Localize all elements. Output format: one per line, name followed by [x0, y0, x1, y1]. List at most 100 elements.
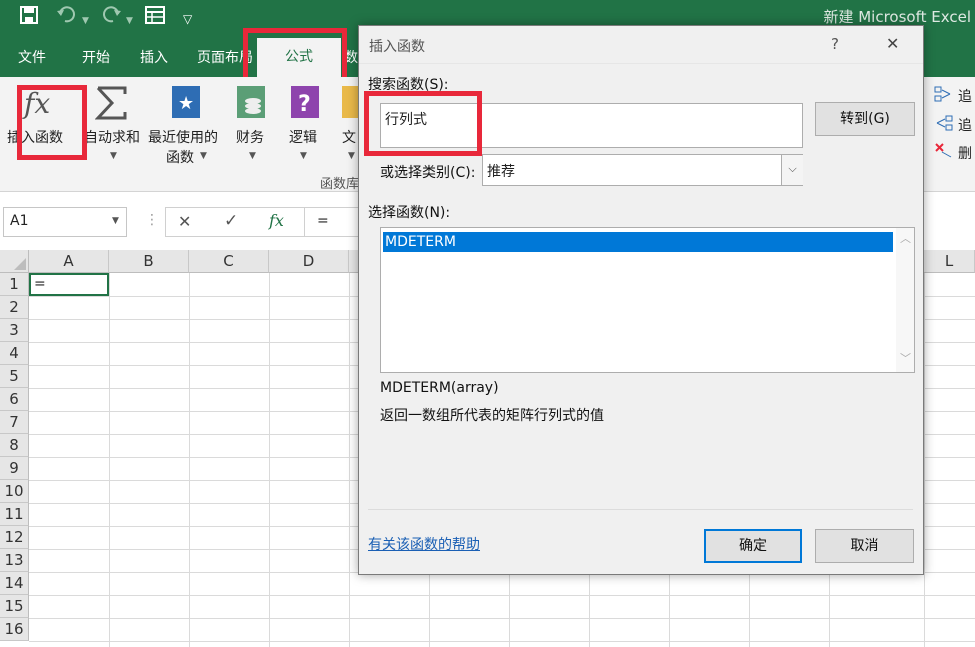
svg-text:?: ?: [298, 92, 311, 117]
trace-dependents-button[interactable]: 追: [958, 115, 972, 135]
save-icon[interactable]: [20, 6, 38, 29]
row-header-2[interactable]: 2: [0, 296, 29, 319]
cancel-entry-icon[interactable]: ✕: [178, 212, 191, 231]
cell-a1-value: =: [34, 276, 46, 292]
function-list[interactable]: MDETERM ︿ ﹀: [380, 227, 915, 373]
row-header-6[interactable]: 6: [0, 388, 29, 411]
text-function-button[interactable]: 文: [342, 127, 356, 147]
footer-divider: [368, 509, 913, 510]
list-item[interactable]: MDETERM: [383, 232, 893, 252]
tab-insert[interactable]: 插入: [140, 47, 168, 67]
column-header-l[interactable]: L: [924, 250, 975, 273]
name-box-value: A1: [10, 213, 29, 229]
formula-input[interactable]: =: [305, 207, 365, 237]
row-header-8[interactable]: 8: [0, 434, 29, 457]
recent-functions-label-2: 函数: [166, 150, 194, 166]
text-caret-icon[interactable]: ▼: [348, 151, 355, 161]
row-header-9[interactable]: 9: [0, 457, 29, 480]
row-header-7[interactable]: 7: [0, 411, 29, 434]
undo-icon[interactable]: [56, 6, 78, 29]
function-signature: MDETERM(array): [380, 380, 499, 396]
row-header-10[interactable]: 10: [0, 480, 29, 503]
grid-line: [29, 595, 975, 596]
grid-line: [924, 273, 925, 647]
redo-icon[interactable]: [100, 6, 122, 29]
column-header-d[interactable]: D: [269, 250, 349, 273]
table-icon[interactable]: [145, 6, 165, 29]
tab-file[interactable]: 文件: [18, 47, 46, 67]
trace-precedents-icon[interactable]: [934, 85, 954, 107]
annotation-box-insert-function: [17, 85, 87, 160]
name-box-dropdown-icon[interactable]: ▼: [112, 216, 119, 226]
chevron-down-icon[interactable]: ⌵: [781, 155, 803, 185]
recent-caret-icon[interactable]: ▼: [200, 151, 207, 161]
group-label-function-library: 函数库: [320, 177, 360, 192]
row-header-16[interactable]: 16: [0, 618, 29, 641]
finance-button[interactable]: 财务: [236, 127, 264, 147]
grid-line: [269, 273, 270, 647]
scroll-down-icon[interactable]: ﹀: [900, 350, 911, 366]
formula-buttons: ✕ ✓ fx: [165, 207, 305, 237]
row-header-15[interactable]: 15: [0, 595, 29, 618]
select-all-corner[interactable]: [0, 250, 29, 273]
finance-icon[interactable]: [236, 85, 266, 125]
recent-functions-button[interactable]: 最近使用的: [148, 127, 218, 147]
function-description: 返回一数组所代表的矩阵行列式的值: [380, 408, 604, 424]
customize-icon[interactable]: ▽: [183, 9, 192, 29]
dialog-title: 插入函数: [369, 39, 425, 55]
window-title: 新建 Microsoft Excel: [823, 8, 971, 26]
row-header-12[interactable]: 12: [0, 526, 29, 549]
ok-button[interactable]: 确定: [704, 529, 802, 563]
row-header-11[interactable]: 11: [0, 503, 29, 526]
text-function-icon[interactable]: [342, 85, 358, 125]
trace-dependents-icon[interactable]: [934, 114, 954, 136]
column-header-c[interactable]: C: [189, 250, 269, 273]
column-header-b[interactable]: B: [109, 250, 189, 273]
logic-icon[interactable]: ?: [290, 85, 320, 125]
logic-button[interactable]: 逻辑: [289, 127, 317, 147]
help-link[interactable]: 有关该函数的帮助: [368, 534, 480, 554]
formula-content: =: [317, 213, 329, 229]
row-header-4[interactable]: 4: [0, 342, 29, 365]
category-select[interactable]: 推荐 ⌵: [482, 154, 803, 186]
goto-button[interactable]: 转到(G): [815, 102, 915, 136]
logic-caret-icon[interactable]: ▼: [300, 151, 307, 161]
finance-caret-icon[interactable]: ▼: [249, 151, 256, 161]
row-header-1[interactable]: 1: [0, 273, 29, 296]
grid-line: [29, 618, 975, 619]
autosum-button[interactable]: 自动求和: [84, 127, 140, 147]
autosum-caret-icon[interactable]: ▼: [110, 151, 117, 161]
remove-arrows-button[interactable]: 删: [958, 143, 972, 163]
function-list-scrollbar[interactable]: ︿ ﹀: [896, 228, 914, 372]
cell-a1[interactable]: =: [29, 273, 109, 296]
redo-dropdown-icon[interactable]: ▼: [126, 11, 133, 31]
remove-arrows-icon[interactable]: [934, 142, 954, 164]
grid-line: [109, 273, 110, 647]
category-value: 推荐: [487, 164, 515, 180]
recent-functions-icon[interactable]: ★: [171, 85, 201, 125]
column-header-a[interactable]: A: [29, 250, 109, 273]
enter-entry-icon[interactable]: ✓: [224, 211, 238, 231]
grid-line: [349, 273, 350, 647]
undo-dropdown-icon[interactable]: ▼: [82, 11, 89, 31]
scroll-up-icon[interactable]: ︿: [900, 230, 911, 246]
row-header-3[interactable]: 3: [0, 319, 29, 342]
cancel-button[interactable]: 取消: [815, 529, 914, 563]
grid-line: [189, 273, 190, 647]
name-box[interactable]: A1 ▼: [3, 207, 127, 237]
row-header-14[interactable]: 14: [0, 572, 29, 595]
row-header-13[interactable]: 13: [0, 549, 29, 572]
insert-function-fx-icon[interactable]: fx: [269, 211, 284, 230]
sigma-icon[interactable]: [94, 85, 129, 125]
annotation-box-search: [364, 91, 482, 156]
row-header-5[interactable]: 5: [0, 365, 29, 388]
help-icon[interactable]: ?: [831, 35, 839, 53]
category-label: 或选择类别(C):: [380, 165, 476, 181]
formula-bar-grip-icon: ⋮: [145, 212, 159, 228]
svg-text:★: ★: [178, 93, 194, 114]
trace-precedents-button[interactable]: 追: [958, 86, 972, 106]
title-divider: [359, 63, 923, 64]
select-function-label: 选择函数(N):: [368, 205, 451, 221]
close-icon[interactable]: ✕: [886, 34, 899, 53]
tab-home[interactable]: 开始: [82, 47, 110, 67]
